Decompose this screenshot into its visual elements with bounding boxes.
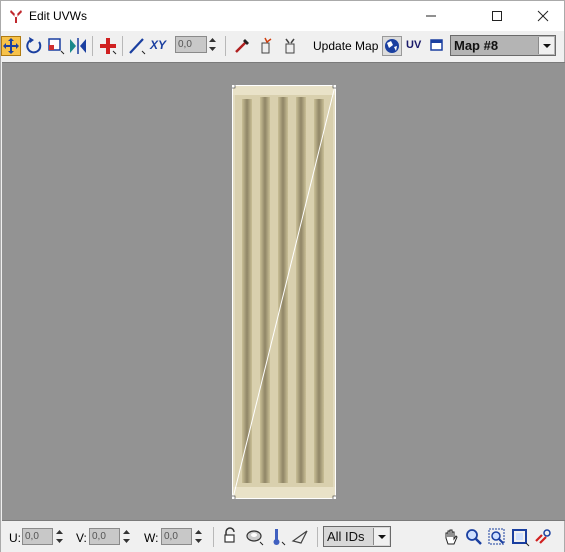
column-flute — [314, 99, 324, 483]
map-dropdown-button[interactable] — [538, 37, 554, 54]
pan-button[interactable] — [441, 527, 461, 547]
rotate-icon — [26, 37, 42, 54]
material-id-select[interactable]: All IDs — [323, 526, 391, 547]
snap-tool-button[interactable] — [127, 36, 147, 56]
maximize-button[interactable] — [474, 1, 520, 31]
edit-uvws-window: Edit UVWs XY 0,0 Update Map UV Map #8 U:… — [0, 0, 565, 552]
ids-select-value: All IDs — [327, 529, 365, 544]
uv-label: UV — [406, 39, 422, 51]
toolbar-separator — [317, 527, 318, 547]
scale-tool-button[interactable] — [46, 36, 66, 56]
window-title: Edit UVWs — [29, 9, 88, 23]
properties-icon — [430, 39, 443, 51]
freeform-tool-button[interactable] — [98, 36, 118, 56]
uv-viewport[interactable] — [2, 62, 565, 521]
map-select[interactable]: Map #8 — [450, 35, 556, 56]
break-tool-button[interactable] — [257, 36, 277, 56]
zoom-extents-button[interactable] — [510, 527, 530, 547]
title-bar: Edit UVWs — [1, 1, 564, 31]
column-flute — [278, 97, 288, 483]
uv-vertex — [332, 495, 336, 499]
toolbar-separator — [122, 36, 123, 56]
column-flute — [296, 97, 306, 483]
filter-icon — [291, 530, 308, 544]
mirror-tool-button[interactable] — [68, 36, 88, 56]
u-spinner-icon[interactable] — [55, 528, 64, 545]
update-map-button[interactable]: Update Map — [313, 39, 378, 53]
uv-vertex — [332, 85, 336, 89]
move-icon — [3, 38, 19, 54]
offset-field[interactable] — [175, 36, 207, 53]
pan-icon — [445, 529, 458, 545]
xy-label: XY — [150, 38, 167, 52]
zoom-region-button[interactable] — [487, 527, 507, 547]
ids-dropdown-button[interactable] — [373, 528, 389, 545]
eyedropper-tool-button[interactable] — [232, 36, 252, 56]
uv-vertex — [232, 495, 236, 499]
close-icon — [537, 10, 549, 22]
move-tool-button[interactable] — [1, 36, 21, 56]
xy-toggle-button[interactable]: XY — [149, 36, 169, 56]
freeform-icon — [100, 38, 117, 55]
mirror-icon — [70, 38, 86, 54]
uv-vertex — [232, 85, 236, 89]
weld-icon — [285, 38, 295, 54]
lock-selection-button[interactable] — [221, 527, 241, 547]
weld-tool-button[interactable] — [280, 36, 300, 56]
toolbar-separator — [92, 36, 93, 56]
hide-button[interactable] — [245, 527, 265, 547]
bottom-toolbar: U: V: W: — [1, 523, 564, 552]
lock-icon — [224, 527, 235, 543]
filter-button[interactable] — [291, 527, 311, 547]
column-capital — [232, 85, 336, 95]
zoom-button[interactable] — [464, 527, 484, 547]
chevron-down-icon — [378, 535, 386, 539]
snap-toggle-button[interactable] — [533, 527, 553, 547]
hide-icon — [246, 530, 264, 546]
toolbar-separator — [225, 36, 226, 56]
snap-icon — [129, 38, 146, 55]
show-map-button[interactable] — [382, 36, 402, 56]
u-field[interactable] — [22, 528, 53, 545]
map-select-value: Map #8 — [454, 38, 499, 53]
rotate-tool-button[interactable] — [24, 36, 44, 56]
chevron-down-icon — [543, 44, 551, 48]
scale-icon — [48, 38, 65, 55]
v-spinner-icon[interactable] — [122, 528, 131, 545]
zoom-extents-icon — [512, 529, 530, 547]
w-label: W: — [144, 531, 159, 545]
minimize-icon — [426, 15, 436, 17]
minimize-button[interactable] — [408, 1, 454, 31]
toolbar-separator — [213, 527, 214, 547]
column-base — [232, 487, 336, 499]
uv-toggle-button[interactable]: UV — [405, 36, 425, 56]
zoom-region-icon — [488, 528, 505, 545]
checker-map-icon — [385, 39, 399, 53]
w-field[interactable] — [161, 528, 192, 545]
v-label: V: — [76, 531, 87, 545]
snap-toggle-icon — [535, 529, 551, 544]
maximize-icon — [492, 11, 502, 21]
zoom-icon — [466, 529, 482, 545]
close-button[interactable] — [520, 1, 565, 31]
uv-texture-map — [232, 85, 336, 499]
column-flute — [260, 97, 270, 483]
freeze-button[interactable] — [267, 527, 287, 547]
w-spinner-icon[interactable] — [194, 528, 203, 545]
3dsmax-logo-icon — [10, 10, 22, 23]
freeze-icon — [273, 529, 286, 546]
properties-button[interactable] — [428, 36, 448, 56]
break-icon — [261, 37, 272, 54]
v-field[interactable] — [89, 528, 120, 545]
offset-spinner-icon[interactable] — [208, 36, 217, 53]
eyedropper-icon — [235, 39, 249, 53]
u-label: U: — [9, 531, 21, 545]
